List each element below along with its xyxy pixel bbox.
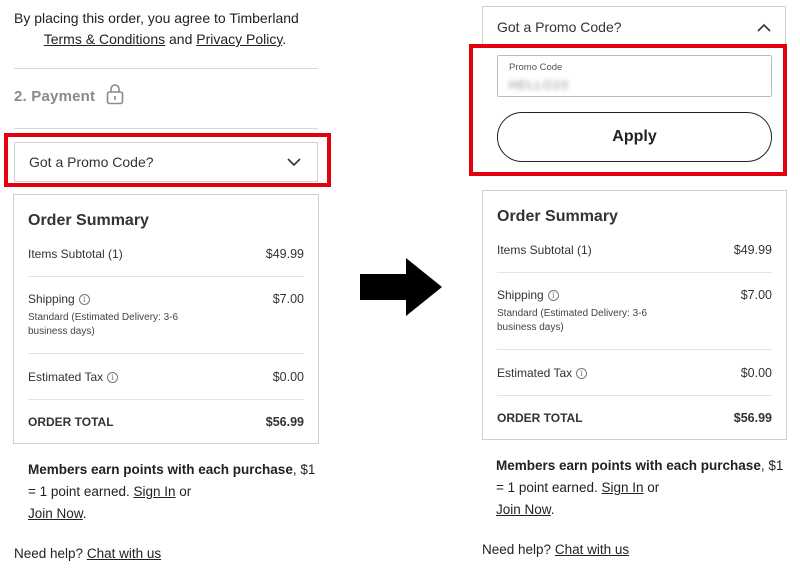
divider	[28, 353, 304, 354]
subtotal-label: Items Subtotal (1)	[497, 243, 592, 257]
tax-value: $0.00	[740, 366, 772, 380]
total-value: $56.99	[265, 415, 304, 429]
promo-label: Got a Promo Code?	[497, 18, 622, 35]
join-now-link[interactable]: Join Now	[28, 506, 83, 521]
join-now-link[interactable]: Join Now	[496, 502, 551, 517]
shipping-label: Shipping	[497, 288, 544, 302]
divider	[497, 349, 772, 350]
sign-in-link[interactable]: Sign In	[601, 480, 643, 495]
order-agreement-text: By placing this order, you agree to Timb…	[14, 8, 324, 50]
promo-code-toggle[interactable]: Got a Promo Code?	[482, 6, 786, 46]
shipping-detail: Standard (Estimated Delivery: 3-6 busine…	[28, 312, 179, 337]
total-label: ORDER TOTAL	[28, 415, 114, 429]
total-row: ORDER TOTAL $56.99	[28, 415, 304, 429]
members-bold: Members earn points with each purchase	[28, 462, 293, 477]
tax-label: Estimated Tax	[497, 366, 573, 380]
highlight-box	[4, 133, 331, 187]
payment-label: 2. Payment	[14, 87, 96, 105]
or-text: or	[179, 484, 192, 499]
divider	[14, 128, 318, 129]
privacy-link[interactable]: Privacy Policy	[196, 31, 282, 47]
shipping-value: $7.00	[272, 292, 304, 306]
period: .	[82, 506, 87, 521]
period: .	[550, 502, 555, 517]
need-help: Need help? Chat with us	[482, 542, 629, 557]
tax-row: Estimated Tax i $0.00	[497, 366, 772, 380]
divider	[497, 395, 772, 396]
subtotal-value: $49.99	[733, 243, 772, 257]
info-icon[interactable]: i	[78, 294, 90, 306]
order-summary-title: Order Summary	[497, 208, 618, 225]
chat-link[interactable]: Chat with us	[555, 542, 629, 557]
order-summary: Order Summary Items Subtotal (1) $49.99 …	[482, 190, 787, 440]
right-arrow-icon	[360, 258, 442, 321]
chevron-up-icon	[757, 19, 771, 35]
help-prefix: Need help?	[14, 546, 84, 561]
info-icon[interactable]: i	[547, 290, 559, 302]
period: .	[282, 31, 287, 47]
shipping-row: Shipping i $7.00	[28, 292, 304, 306]
divider	[497, 272, 772, 273]
help-prefix: Need help?	[482, 542, 552, 557]
order-summary-title: Order Summary	[28, 212, 149, 229]
subtotal-value: $49.99	[265, 247, 304, 261]
total-label: ORDER TOTAL	[497, 411, 583, 425]
subtotal-row: Items Subtotal (1) $49.99	[497, 243, 772, 257]
tax-value: $0.00	[272, 370, 304, 384]
order-summary: Order Summary Items Subtotal (1) $49.99 …	[13, 194, 319, 444]
info-icon[interactable]: i	[576, 368, 588, 380]
tax-label: Estimated Tax	[28, 370, 104, 384]
chat-link[interactable]: Chat with us	[87, 546, 161, 561]
tax-row: Estimated Tax i $0.00	[28, 370, 304, 384]
or-text: or	[647, 480, 660, 495]
subtotal-row: Items Subtotal (1) $49.99	[28, 247, 304, 261]
agreement-prefix: By placing this order, you agree to Timb…	[14, 10, 299, 26]
subtotal-label: Items Subtotal (1)	[28, 247, 123, 261]
need-help: Need help? Chat with us	[14, 546, 161, 561]
members-points-text: Members earn points with each purchase, …	[28, 459, 318, 525]
divider	[28, 399, 304, 400]
total-row: ORDER TOTAL $56.99	[497, 411, 772, 425]
payment-section-header: 2. Payment	[14, 83, 125, 110]
shipping-row: Shipping i $7.00	[497, 288, 772, 302]
highlight-box	[469, 44, 787, 176]
shipping-value: $7.00	[740, 288, 772, 302]
before-panel: By placing this order, you agree to Timb…	[0, 0, 340, 570]
info-icon[interactable]: i	[107, 372, 119, 384]
members-points-text: Members earn points with each purchase, …	[496, 455, 786, 521]
sign-in-link[interactable]: Sign In	[133, 484, 175, 499]
and-text: and	[169, 31, 193, 47]
terms-link[interactable]: Terms & Conditions	[44, 31, 165, 47]
shipping-detail: Standard (Estimated Delivery: 3-6 busine…	[497, 308, 648, 333]
members-bold: Members earn points with each purchase	[496, 458, 761, 473]
total-value: $56.99	[733, 411, 772, 425]
shipping-label: Shipping	[28, 292, 75, 306]
divider	[28, 276, 304, 277]
divider	[14, 68, 318, 69]
lock-icon	[105, 83, 125, 110]
